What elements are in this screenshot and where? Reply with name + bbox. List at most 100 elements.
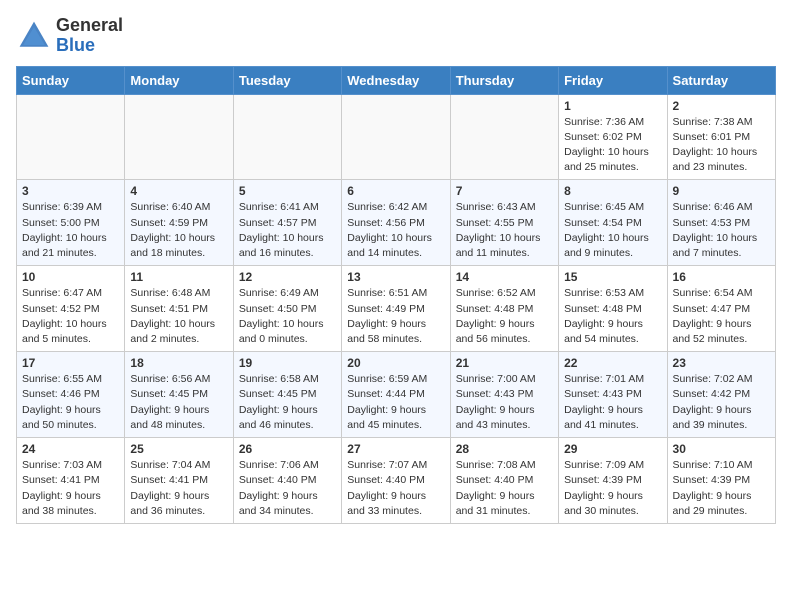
day-info: Sunrise: 7:02 AMSunset: 4:42 PMDaylight:… — [673, 372, 770, 433]
calendar-cell: 24Sunrise: 7:03 AMSunset: 4:41 PMDayligh… — [17, 438, 125, 524]
day-info: Sunrise: 6:59 AMSunset: 4:44 PMDaylight:… — [347, 372, 444, 433]
calendar-cell: 22 Sunrise: 7:01 AMSunset: 4:43 PMDayligh… — [559, 352, 667, 438]
calendar-cell: 28 Sunrise: 7:08 AMSunset: 4:40 PMDayligh… — [450, 438, 558, 524]
calendar-cell: 5 Sunrise: 6:41 AMSunset: 4:57 PMDaylight… — [233, 180, 341, 266]
calendar-cell: 9Sunrise: 6:46 AMSunset: 4:53 PMDaylight… — [667, 180, 775, 266]
day-number: 1 — [564, 99, 661, 113]
calendar-table: SundayMondayTuesdayWednesdayThursdayFrid… — [16, 66, 776, 524]
calendar-cell: 25 Sunrise: 7:04 AMSunset: 4:41 PMDayligh… — [125, 438, 233, 524]
weekday-header-row: SundayMondayTuesdayWednesdayThursdayFrid… — [17, 66, 776, 94]
day-number: 21 — [456, 356, 553, 370]
day-info: Sunrise: 6:58 AMSunset: 4:45 PMDaylight:… — [239, 372, 336, 433]
day-info: Sunrise: 6:41 AMSunset: 4:57 PMDaylight:… — [239, 200, 336, 261]
logo-general: General — [56, 15, 123, 35]
calendar-cell: 19 Sunrise: 6:58 AMSunset: 4:45 PMDayligh… — [233, 352, 341, 438]
calendar-cell: 15 Sunrise: 6:53 AMSunset: 4:48 PMDayligh… — [559, 266, 667, 352]
calendar-cell: 18Sunrise: 6:56 AMSunset: 4:45 PMDayligh… — [125, 352, 233, 438]
day-number: 4 — [130, 184, 227, 198]
day-info: Sunrise: 7:10 AMSunset: 4:39 PMDaylight:… — [673, 458, 770, 519]
day-info: Sunrise: 7:38 AMSunset: 6:01 PMDaylight:… — [673, 115, 770, 176]
day-info: Sunrise: 6:55 AMSunset: 4:46 PMDaylight:… — [22, 372, 119, 433]
day-info: Sunrise: 6:48 AMSunset: 4:51 PMDaylight:… — [130, 286, 227, 347]
calendar-cell — [450, 94, 558, 180]
weekday-header-sunday: Sunday — [17, 66, 125, 94]
day-info: Sunrise: 7:07 AMSunset: 4:40 PMDaylight:… — [347, 458, 444, 519]
day-info: Sunrise: 7:36 AMSunset: 6:02 PMDaylight:… — [564, 115, 661, 176]
weekday-header-thursday: Thursday — [450, 66, 558, 94]
day-number: 15 — [564, 270, 661, 284]
calendar-cell: 12 Sunrise: 6:49 AMSunset: 4:50 PMDayligh… — [233, 266, 341, 352]
day-info: Sunrise: 6:56 AMSunset: 4:45 PMDaylight:… — [130, 372, 227, 433]
day-number: 28 — [456, 442, 553, 456]
day-number: 16 — [673, 270, 770, 284]
logo-text: General Blue — [56, 16, 123, 56]
day-info: Sunrise: 6:39 AMSunset: 5:00 PMDaylight:… — [22, 200, 119, 261]
day-number: 7 — [456, 184, 553, 198]
day-info: Sunrise: 7:03 AMSunset: 4:41 PMDaylight:… — [22, 458, 119, 519]
day-info: Sunrise: 7:09 AMSunset: 4:39 PMDaylight:… — [564, 458, 661, 519]
calendar-cell: 23 Sunrise: 7:02 AMSunset: 4:42 PMDayligh… — [667, 352, 775, 438]
calendar-cell: 8 Sunrise: 6:45 AMSunset: 4:54 PMDaylight… — [559, 180, 667, 266]
day-info: Sunrise: 6:40 AMSunset: 4:59 PMDaylight:… — [130, 200, 227, 261]
calendar-cell: 6 Sunrise: 6:42 AMSunset: 4:56 PMDaylight… — [342, 180, 450, 266]
calendar-cell: 29 Sunrise: 7:09 AMSunset: 4:39 PMDayligh… — [559, 438, 667, 524]
calendar-week-1: 1 Sunrise: 7:36 AMSunset: 6:02 PMDaylight… — [17, 94, 776, 180]
calendar-week-5: 24Sunrise: 7:03 AMSunset: 4:41 PMDayligh… — [17, 438, 776, 524]
calendar-cell: 21 Sunrise: 7:00 AMSunset: 4:43 PMDayligh… — [450, 352, 558, 438]
calendar-cell — [233, 94, 341, 180]
page-header: General Blue — [16, 16, 776, 56]
day-info: Sunrise: 7:08 AMSunset: 4:40 PMDaylight:… — [456, 458, 553, 519]
day-number: 10 — [22, 270, 119, 284]
calendar-cell: 17Sunrise: 6:55 AMSunset: 4:46 PMDayligh… — [17, 352, 125, 438]
day-number: 14 — [456, 270, 553, 284]
calendar-cell: 14Sunrise: 6:52 AMSunset: 4:48 PMDayligh… — [450, 266, 558, 352]
day-number: 11 — [130, 270, 227, 284]
day-info: Sunrise: 7:01 AMSunset: 4:43 PMDaylight:… — [564, 372, 661, 433]
calendar-header: SundayMondayTuesdayWednesdayThursdayFrid… — [17, 66, 776, 94]
day-info: Sunrise: 6:43 AMSunset: 4:55 PMDaylight:… — [456, 200, 553, 261]
day-info: Sunrise: 6:53 AMSunset: 4:48 PMDaylight:… — [564, 286, 661, 347]
day-number: 22 — [564, 356, 661, 370]
calendar-week-4: 17Sunrise: 6:55 AMSunset: 4:46 PMDayligh… — [17, 352, 776, 438]
logo: General Blue — [16, 16, 123, 56]
day-number: 29 — [564, 442, 661, 456]
calendar-week-2: 3Sunrise: 6:39 AMSunset: 5:00 PMDaylight… — [17, 180, 776, 266]
calendar-cell: 13 Sunrise: 6:51 AMSunset: 4:49 PMDayligh… — [342, 266, 450, 352]
day-info: Sunrise: 6:45 AMSunset: 4:54 PMDaylight:… — [564, 200, 661, 261]
calendar-cell: 11 Sunrise: 6:48 AMSunset: 4:51 PMDayligh… — [125, 266, 233, 352]
day-info: Sunrise: 6:46 AMSunset: 4:53 PMDaylight:… — [673, 200, 770, 261]
day-number: 13 — [347, 270, 444, 284]
calendar-cell: 20 Sunrise: 6:59 AMSunset: 4:44 PMDayligh… — [342, 352, 450, 438]
day-number: 25 — [130, 442, 227, 456]
day-number: 6 — [347, 184, 444, 198]
calendar-cell: 1 Sunrise: 7:36 AMSunset: 6:02 PMDaylight… — [559, 94, 667, 180]
calendar-cell: 16Sunrise: 6:54 AMSunset: 4:47 PMDayligh… — [667, 266, 775, 352]
calendar-cell: 26Sunrise: 7:06 AMSunset: 4:40 PMDayligh… — [233, 438, 341, 524]
day-info: Sunrise: 6:49 AMSunset: 4:50 PMDaylight:… — [239, 286, 336, 347]
weekday-header-saturday: Saturday — [667, 66, 775, 94]
day-info: Sunrise: 7:00 AMSunset: 4:43 PMDaylight:… — [456, 372, 553, 433]
logo-blue: Blue — [56, 35, 95, 55]
calendar-week-3: 10Sunrise: 6:47 AMSunset: 4:52 PMDayligh… — [17, 266, 776, 352]
day-number: 20 — [347, 356, 444, 370]
day-info: Sunrise: 6:51 AMSunset: 4:49 PMDaylight:… — [347, 286, 444, 347]
calendar-cell — [342, 94, 450, 180]
weekday-header-monday: Monday — [125, 66, 233, 94]
calendar-cell: 27Sunrise: 7:07 AMSunset: 4:40 PMDayligh… — [342, 438, 450, 524]
calendar-cell: 3Sunrise: 6:39 AMSunset: 5:00 PMDaylight… — [17, 180, 125, 266]
weekday-header-friday: Friday — [559, 66, 667, 94]
day-number: 19 — [239, 356, 336, 370]
day-number: 23 — [673, 356, 770, 370]
weekday-header-wednesday: Wednesday — [342, 66, 450, 94]
day-info: Sunrise: 7:04 AMSunset: 4:41 PMDaylight:… — [130, 458, 227, 519]
calendar-cell: 10Sunrise: 6:47 AMSunset: 4:52 PMDayligh… — [17, 266, 125, 352]
day-number: 26 — [239, 442, 336, 456]
day-info: Sunrise: 6:42 AMSunset: 4:56 PMDaylight:… — [347, 200, 444, 261]
day-number: 2 — [673, 99, 770, 113]
day-number: 12 — [239, 270, 336, 284]
day-number: 8 — [564, 184, 661, 198]
calendar-cell: 4 Sunrise: 6:40 AMSunset: 4:59 PMDaylight… — [125, 180, 233, 266]
calendar-cell: 7 Sunrise: 6:43 AMSunset: 4:55 PMDaylight… — [450, 180, 558, 266]
day-number: 30 — [673, 442, 770, 456]
day-number: 5 — [239, 184, 336, 198]
